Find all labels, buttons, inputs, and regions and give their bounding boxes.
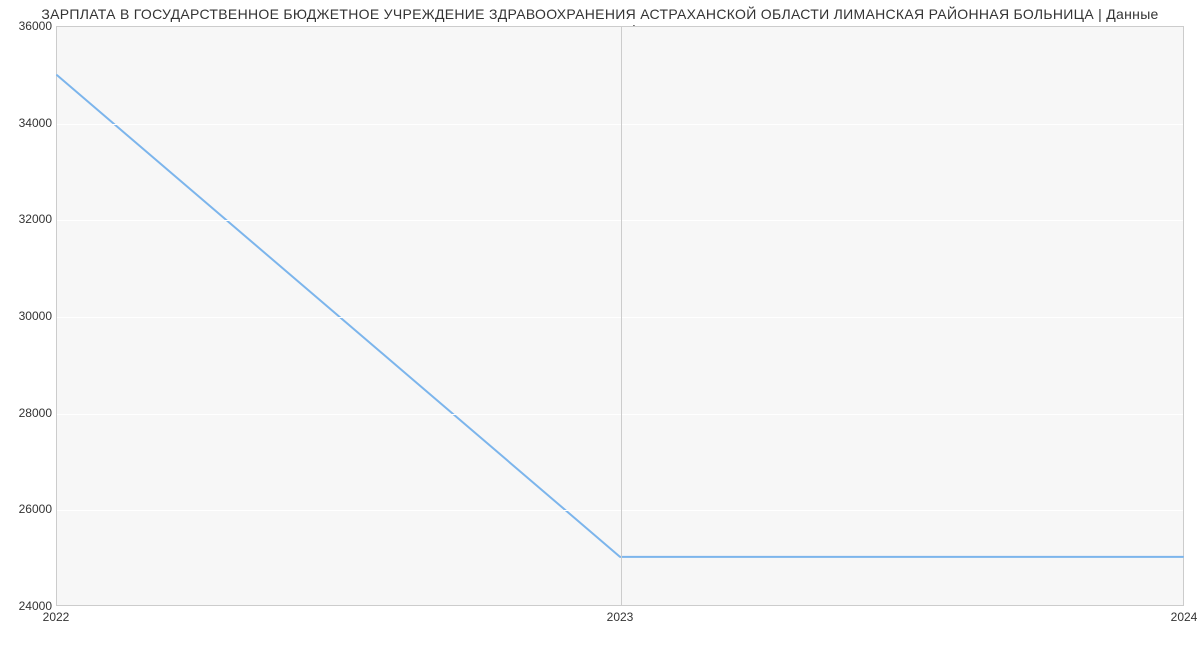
gridline-horizontal [57,317,1183,318]
plot-area [56,26,1184,606]
x-axis-tick-label: 2022 [43,610,70,624]
gridline-horizontal [57,124,1183,125]
gridline-horizontal [57,414,1183,415]
gridline-vertical [621,27,622,605]
gridline-horizontal [57,510,1183,511]
series-line [57,75,1183,557]
y-axis-tick-label: 32000 [4,212,52,226]
gridline-horizontal [57,220,1183,221]
y-axis-tick-label: 30000 [4,309,52,323]
chart-container: ЗАРПЛАТА В ГОСУДАРСТВЕННОЕ БЮДЖЕТНОЕ УЧР… [0,0,1200,650]
y-axis-tick-label: 36000 [4,19,52,33]
chart-line-layer [57,27,1183,605]
y-axis-tick-label: 34000 [4,116,52,130]
y-axis-tick-label: 28000 [4,406,52,420]
x-axis-tick-label: 2024 [1171,610,1198,624]
y-axis-tick-label: 26000 [4,502,52,516]
x-axis-tick-label: 2023 [607,610,634,624]
